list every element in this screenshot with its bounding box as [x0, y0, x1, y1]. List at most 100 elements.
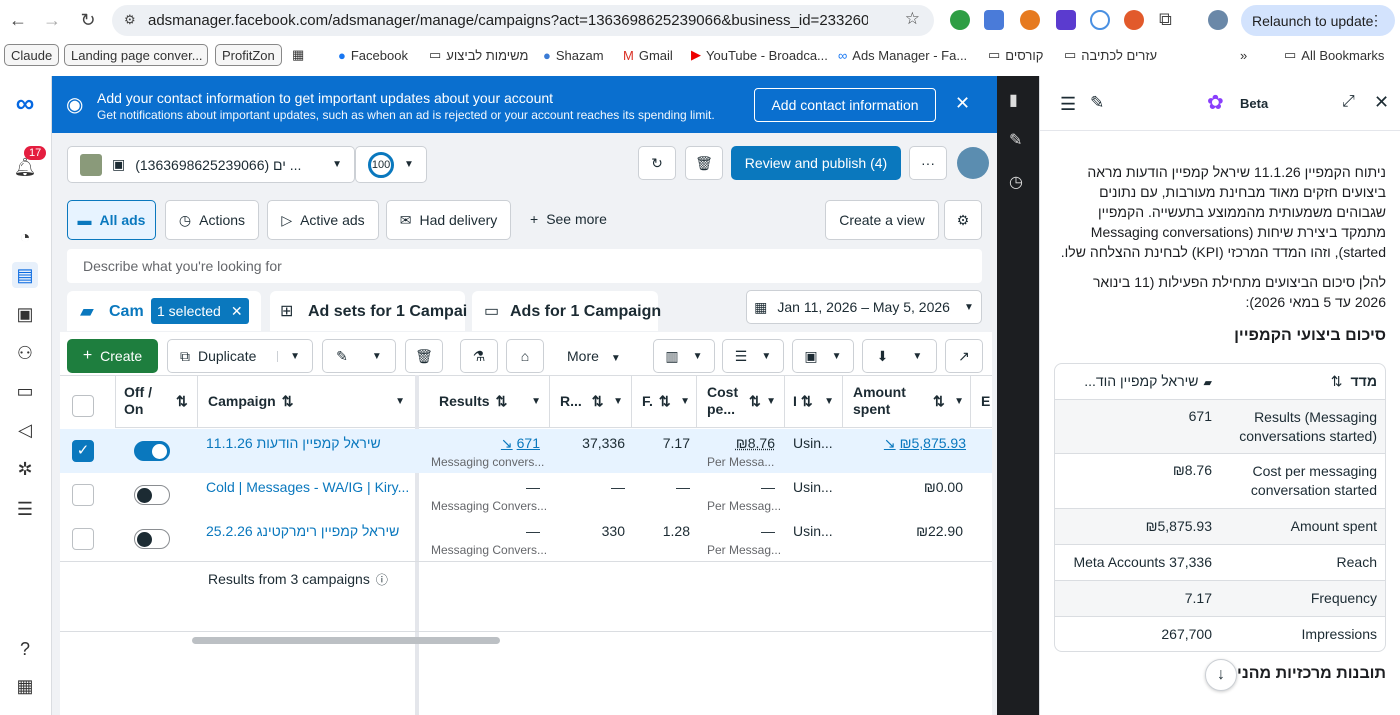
- bar-chart-icon[interactable]: ▮: [1009, 90, 1018, 110]
- bookmark-item[interactable]: ● Shazam: [543, 44, 604, 66]
- table-row[interactable]: ✓ שיראל קמפיין הודעות 11.1.26 ↘ 671 Messa…: [60, 429, 992, 473]
- filter-settings-icon[interactable]: ⚙: [944, 200, 982, 240]
- menu-icon[interactable]: ☰: [1060, 94, 1076, 115]
- extension-icon[interactable]: [950, 10, 970, 30]
- row-checkbox[interactable]: [72, 484, 94, 506]
- create-view-button[interactable]: Create a view: [825, 200, 939, 240]
- view-all-ads[interactable]: ▬ All ads: [67, 200, 156, 240]
- campaign-name-link[interactable]: Cold | Messages - WA/IG | Kiry...: [206, 479, 411, 495]
- scroll-down-icon[interactable]: ↓: [1205, 659, 1237, 691]
- more-options-icon[interactable]: ···: [909, 146, 947, 180]
- bookmark-item[interactable]: M Gmail: [623, 44, 673, 66]
- account-selector[interactable]: ▣ (1363698625239066) ים ... ▼: [67, 146, 355, 183]
- campaigns-table-icon[interactable]: ▤: [12, 262, 38, 288]
- business-settings-icon[interactable]: ✲: [12, 456, 38, 482]
- column-cost[interactable]: Cost pe... ⇅ ▼: [696, 375, 784, 428]
- new-chat-icon[interactable]: ✎: [1090, 93, 1104, 113]
- breakdown-button[interactable]: ☰ ▼: [722, 339, 784, 373]
- more-bookmarks-icon[interactable]: »: [1240, 44, 1247, 66]
- address-bar[interactable]: ⚙ adsmanager.facebook.com/adsmanager/man…: [112, 5, 934, 36]
- create-button[interactable]: + Create: [67, 339, 158, 373]
- view-had-delivery[interactable]: ✉ Had delivery: [386, 200, 511, 240]
- see-more-button[interactable]: + See more: [530, 211, 607, 227]
- tab-adsets[interactable]: ⊞ Ad sets for 1 Campai: [270, 291, 467, 331]
- extension-icon[interactable]: [1020, 10, 1040, 30]
- view-active-ads[interactable]: ▷ Active ads: [267, 200, 379, 240]
- column-e[interactable]: E: [970, 375, 992, 428]
- bookmark-item[interactable]: ▶ YouTube - Broadca...: [691, 44, 828, 66]
- bookmark-item[interactable]: ● Facebook: [338, 44, 408, 66]
- search-input[interactable]: Describe what you're looking for: [67, 249, 982, 283]
- site-info-icon[interactable]: ⚙: [124, 12, 136, 28]
- close-icon[interactable]: ✕: [955, 93, 970, 114]
- view-actions[interactable]: ◷ Actions: [165, 200, 259, 240]
- more-dropdown[interactable]: More ▼: [567, 348, 621, 364]
- column-results[interactable]: Results ⇅ ▼: [419, 375, 549, 428]
- bookmark-star-icon[interactable]: ☆: [905, 9, 920, 29]
- expand-icon[interactable]: ⤢: [1342, 93, 1355, 111]
- export-button[interactable]: ⬇ ▼: [862, 339, 937, 373]
- column-bid[interactable]: I ⇅ ▼: [784, 375, 842, 428]
- column-campaign[interactable]: Campaign ⇅ ▼: [197, 375, 415, 428]
- apps-grid-icon[interactable]: ▦: [292, 44, 304, 66]
- amount-spent-value[interactable]: ↘ ₪5,875.93: [850, 435, 966, 452]
- caret-down-icon[interactable]: ▼: [277, 350, 300, 362]
- bookmark-item[interactable]: Landing page conver...: [64, 44, 208, 66]
- campaign-toggle[interactable]: [134, 485, 170, 505]
- edit-button[interactable]: ✎ ▼: [322, 339, 396, 373]
- relaunch-button[interactable]: Relaunch to update ⋮: [1241, 5, 1395, 36]
- claude-extension-icon[interactable]: [1124, 10, 1144, 30]
- menu-lines-icon[interactable]: ☰: [12, 496, 38, 522]
- tab-ads[interactable]: ▭ Ads for 1 Campaign: [472, 291, 661, 331]
- billing-card-icon[interactable]: ▭: [12, 378, 38, 404]
- account-score[interactable]: 100 ▼: [355, 146, 427, 183]
- pencil-icon[interactable]: ✎: [1009, 130, 1022, 150]
- translate-extension-icon[interactable]: [984, 10, 1004, 30]
- clear-selection-icon[interactable]: ✕: [231, 303, 243, 319]
- date-range-picker[interactable]: ▦ Jan 11, 2026 – May 5, 2026 ▼: [746, 290, 982, 324]
- table-row[interactable]: Cold | Messages - WA/IG | Kiry... — Mess…: [60, 473, 992, 517]
- meta-logo-icon[interactable]: ∞: [12, 88, 38, 118]
- select-all-checkbox[interactable]: [72, 395, 94, 417]
- close-icon[interactable]: ✕: [1374, 92, 1389, 113]
- back-icon[interactable]: ←: [4, 6, 32, 34]
- selected-chip[interactable]: 1 selected ✕: [151, 298, 249, 324]
- megaphone-icon[interactable]: ◁: [12, 417, 38, 443]
- campaign-name-link[interactable]: שיראל קמפיין רימרקטינג 25.2.26: [206, 523, 406, 539]
- delete-trash-icon[interactable]: 🗑︎: [405, 339, 443, 373]
- table-row[interactable]: שיראל קמפיין רימרקטינג 25.2.26 — Messagi…: [60, 517, 992, 561]
- bookmark-item[interactable]: ProfitZon: [215, 44, 282, 66]
- extensions-puzzle-icon[interactable]: ⧉: [1159, 9, 1172, 30]
- audiences-icon[interactable]: ⚇: [12, 340, 38, 366]
- ab-test-flask-icon[interactable]: ⚗: [460, 339, 498, 373]
- row-checkbox[interactable]: [72, 528, 94, 550]
- extension-icon[interactable]: [1090, 10, 1110, 30]
- info-icon[interactable]: ⓘ: [376, 573, 388, 587]
- bookmark-item[interactable]: Claude: [4, 44, 60, 66]
- bookmark-item[interactable]: ∞ Ads Manager - Fa...: [838, 44, 967, 66]
- dashboard-gauge-icon[interactable]: ◔: [12, 224, 38, 250]
- bookmark-folder[interactable]: ▭ קורסים: [988, 44, 1043, 66]
- notifications-icon[interactable]: 🔔︎ 17: [12, 146, 47, 180]
- campaign-name-link[interactable]: שיראל קמפיין הודעות 11.1.26: [206, 435, 406, 451]
- duplicate-button[interactable]: ⧉ Duplicate ▼: [167, 339, 313, 373]
- review-publish-button[interactable]: Review and publish (4): [731, 146, 901, 180]
- extension-icon[interactable]: [1056, 10, 1076, 30]
- bookmark-folder[interactable]: ▭ All Bookmarks: [1284, 44, 1384, 66]
- row-checkbox[interactable]: ✓: [72, 440, 94, 462]
- news-icon[interactable]: ▦: [12, 673, 38, 699]
- bookmark-folder[interactable]: ▭ עזרים לכתיבה: [1064, 44, 1157, 66]
- forward-icon[interactable]: →: [38, 6, 66, 34]
- results-value[interactable]: ↘ 671: [440, 435, 540, 452]
- discard-trash-icon[interactable]: 🗑︎: [685, 146, 723, 180]
- history-clock-icon[interactable]: ◷: [1009, 172, 1023, 192]
- horizontal-scrollbar[interactable]: [192, 637, 500, 644]
- help-icon[interactable]: ?: [12, 636, 38, 662]
- pages-icon[interactable]: ▣: [12, 301, 38, 327]
- campaign-toggle[interactable]: [134, 529, 170, 549]
- columns-button[interactable]: ▥ ▼: [653, 339, 715, 373]
- column-offon[interactable]: Off / On ⇅: [115, 375, 197, 428]
- reload-icon[interactable]: ↻: [74, 6, 102, 34]
- add-contact-button[interactable]: Add contact information: [754, 88, 936, 122]
- tag-icon[interactable]: ⌂: [506, 339, 544, 373]
